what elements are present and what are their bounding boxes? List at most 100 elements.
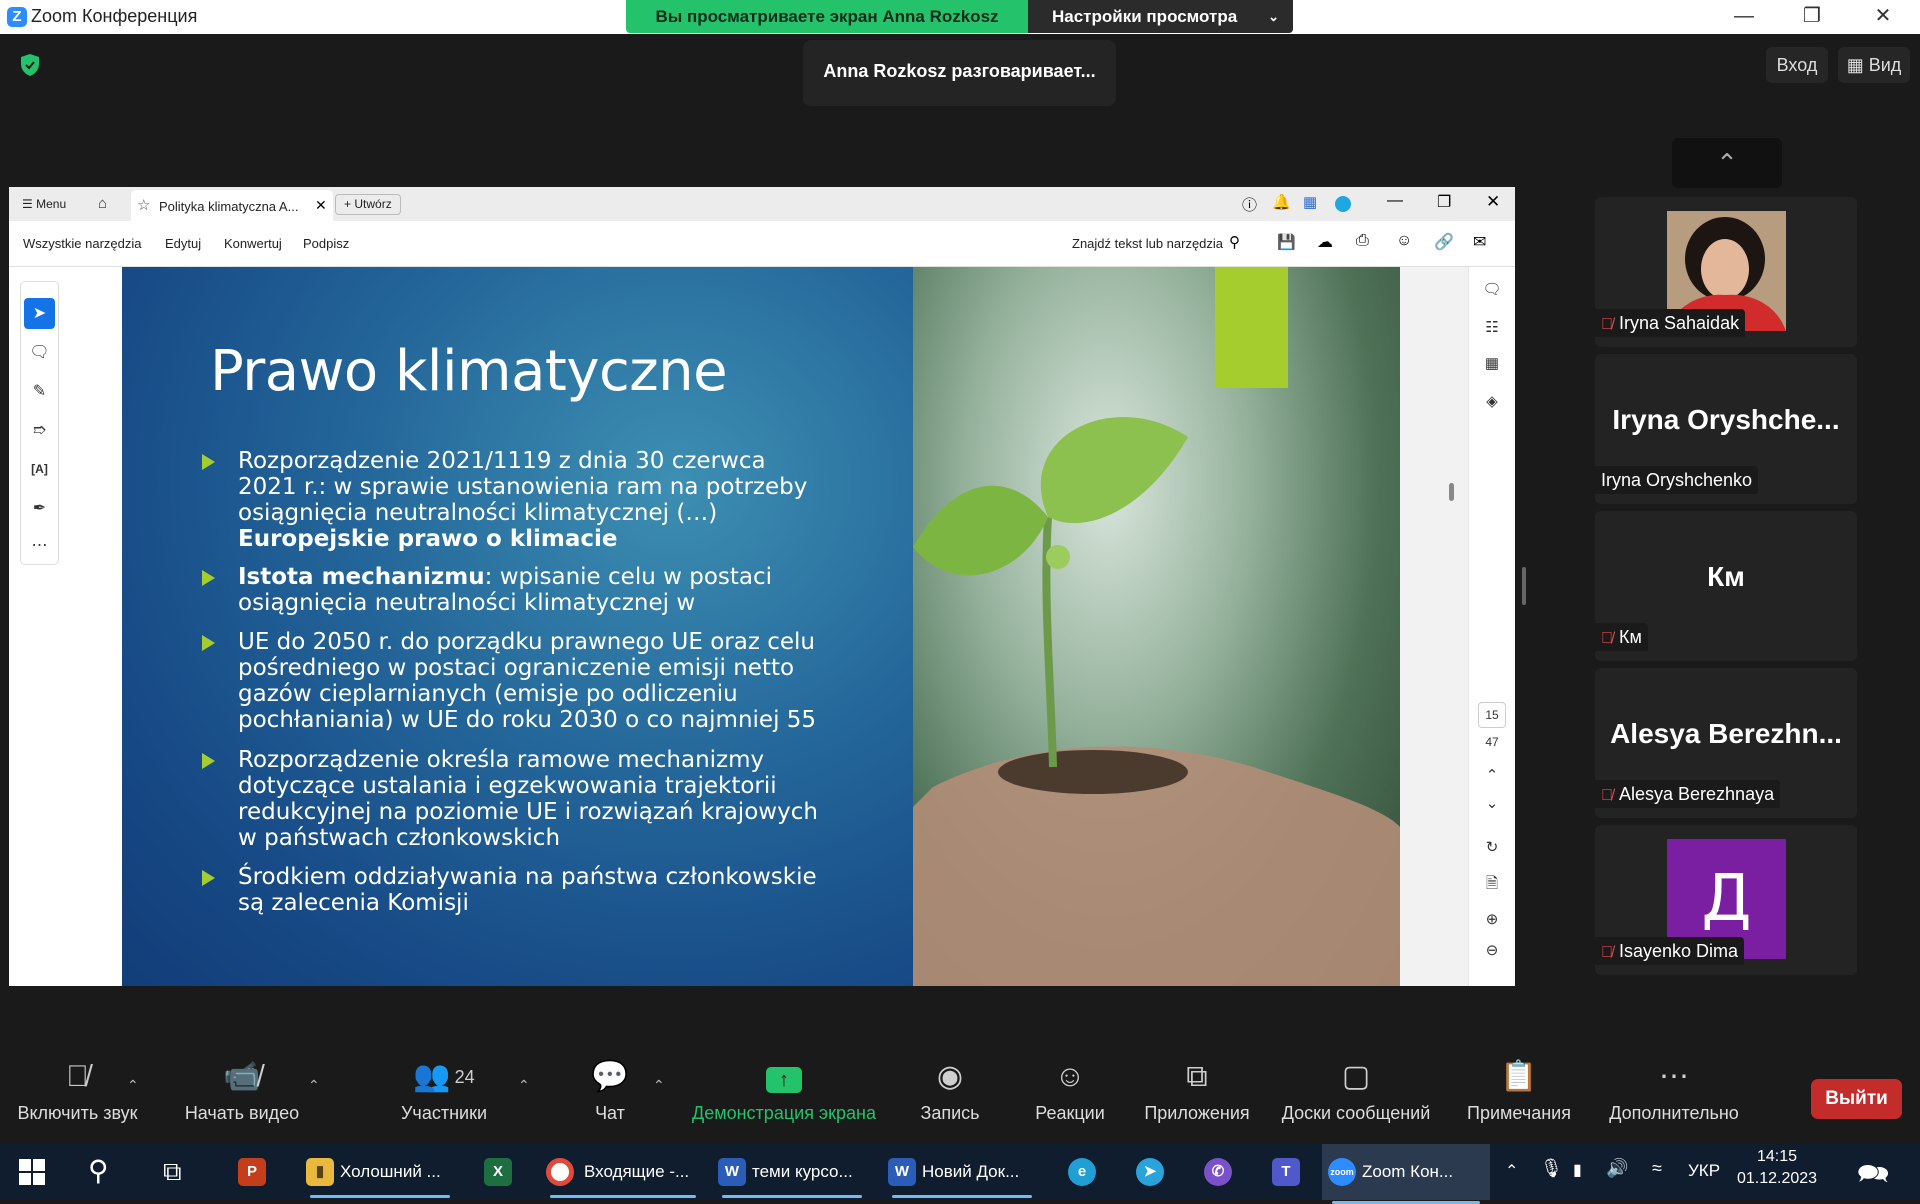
notes-icon: 📋 xyxy=(1500,1060,1538,1093)
wifi-icon[interactable]: ≈ xyxy=(1652,1158,1662,1179)
taskbar-telegram[interactable]: ➤ xyxy=(1130,1150,1174,1194)
participants-count: 24 xyxy=(454,1067,475,1087)
text-box-icon[interactable]: [A] xyxy=(24,454,55,485)
windows-start-icon[interactable] xyxy=(17,1157,47,1187)
more-button[interactable]: ⋯ Дополнительно xyxy=(1600,1057,1748,1135)
search-icon[interactable]: ⚲ xyxy=(1229,233,1240,251)
participant-tile[interactable]: Д 🎙̸ Isayenko Dima xyxy=(1595,825,1857,975)
participant-tile[interactable]: 🎙̸ Iryna Sahaidak xyxy=(1595,197,1857,347)
highlight-pen-icon[interactable]: ✎ xyxy=(24,376,55,407)
whiteboards-button[interactable]: ▢ Доски сообщений xyxy=(1274,1057,1438,1135)
link-icon[interactable]: 🔗 xyxy=(1434,232,1454,252)
add-comment-icon[interactable]: 🗨 xyxy=(24,337,55,368)
taskbar-zoom[interactable]: zoom Zoom Кон... xyxy=(1322,1144,1490,1204)
notifications-icon[interactable]: 🗪 xyxy=(1857,1155,1889,1199)
all-tools-menu[interactable]: Wszystkie narzędzia xyxy=(23,236,141,251)
audio-options-caret-icon[interactable]: ⌃ xyxy=(127,1077,139,1094)
layers-icon[interactable]: ◈ xyxy=(1479,389,1505,415)
zoom-in-icon[interactable]: ⊕ xyxy=(1479,907,1505,933)
minimize-button[interactable]: — xyxy=(1716,0,1772,34)
scroll-up-participants-button[interactable]: ⌃ xyxy=(1672,138,1782,188)
taskbar-teams[interactable]: T xyxy=(1266,1150,1310,1194)
thumbnails-icon[interactable]: ▦ xyxy=(1479,351,1505,377)
bullet-triangle-icon xyxy=(202,570,215,586)
draw-lasso-icon[interactable]: ➱ xyxy=(24,415,55,446)
print-icon[interactable]: ⎙ xyxy=(1356,232,1369,250)
bookmarks-icon[interactable]: ☷ xyxy=(1479,315,1505,341)
participants-options-caret-icon[interactable]: ⌃ xyxy=(518,1077,530,1094)
reactions-button[interactable]: ☺ Реакции xyxy=(1022,1057,1118,1135)
search-icon[interactable]: ⚲ xyxy=(88,1154,109,1187)
apps-grid-icon[interactable]: ▦ xyxy=(1303,193,1317,211)
notes-button[interactable]: 📋 Примечания xyxy=(1458,1057,1580,1135)
share-people-icon[interactable]: ☺ xyxy=(1396,232,1412,250)
page-number-field[interactable]: 15 xyxy=(1478,702,1506,728)
video-options-caret-icon[interactable]: ⌃ xyxy=(308,1077,320,1094)
view-button[interactable]: ▦ Вид xyxy=(1838,47,1910,83)
taskbar-viber[interactable]: ✆ xyxy=(1198,1150,1242,1194)
close-acrobat-button[interactable]: ✕ xyxy=(1486,192,1500,212)
sign-menu[interactable]: Podpisz xyxy=(303,236,349,251)
acrobat-menu-button[interactable]: ☰ Menu xyxy=(22,197,66,211)
zoom-out-icon[interactable]: ⊖ xyxy=(1479,938,1505,964)
star-icon[interactable]: ☆ xyxy=(137,196,150,214)
microphone-icon[interactable]: 🎙 xyxy=(1540,1158,1563,1179)
close-window-button[interactable]: ✕ xyxy=(1855,0,1911,34)
participant-tile[interactable]: Км 🎙̸ Км xyxy=(1595,511,1857,661)
previous-page-icon[interactable]: ⌃ xyxy=(1479,763,1505,789)
minimize-acrobat-button[interactable]: — xyxy=(1387,192,1403,210)
volume-icon[interactable]: 🔊 xyxy=(1606,1158,1628,1179)
taskbar-clock[interactable]: 14:15 01.12.2023 xyxy=(1732,1145,1822,1199)
account-icon[interactable] xyxy=(1335,196,1351,212)
home-icon[interactable]: ⌂ xyxy=(98,195,107,212)
next-page-icon[interactable]: ⌄ xyxy=(1479,791,1505,817)
apps-button[interactable]: ⧉ Приложения xyxy=(1140,1057,1254,1135)
start-video-button[interactable]: 📹̸ Начать видео xyxy=(178,1057,306,1135)
login-button[interactable]: Вход xyxy=(1766,47,1828,83)
task-view-icon[interactable]: ⧉ xyxy=(163,1156,182,1188)
battery-icon[interactable]: ▮ xyxy=(1573,1160,1582,1180)
more-tools-icon[interactable]: ⋯ xyxy=(24,530,55,561)
edit-menu[interactable]: Edytuj xyxy=(165,236,201,251)
security-shield-icon[interactable] xyxy=(19,53,41,77)
unmute-button[interactable]: 🎙̸ Включить звук xyxy=(10,1057,145,1135)
taskbar-word-1[interactable]: W теми курсо... xyxy=(712,1150,872,1198)
document-scroll-area[interactable] xyxy=(1400,267,1468,986)
language-indicator[interactable]: УКР xyxy=(1688,1161,1720,1181)
find-text-field[interactable]: Znajdź tekst lub narzędzia xyxy=(1072,236,1223,251)
taskbar-edge[interactable]: e xyxy=(1062,1150,1106,1194)
restore-button[interactable]: ❐ xyxy=(1784,0,1840,34)
page-export-icon[interactable]: 🗎 xyxy=(1479,871,1505,897)
comments-panel-icon[interactable]: 🗨 xyxy=(1479,277,1505,303)
show-hidden-icons-icon[interactable]: ⌃ xyxy=(1505,1161,1518,1181)
taskbar-word-2[interactable]: W Новий Док... xyxy=(882,1150,1042,1198)
select-cursor-icon[interactable]: ➤ xyxy=(24,298,55,329)
restore-acrobat-button[interactable]: ❐ xyxy=(1437,192,1451,212)
email-icon[interactable]: ✉ xyxy=(1473,232,1486,252)
taskbar-chrome[interactable]: Входящие -... xyxy=(540,1150,706,1198)
panel-resize-handle[interactable] xyxy=(1522,567,1526,605)
taskbar-explorer[interactable]: ▮ Холошний ... xyxy=(300,1150,460,1198)
bell-icon[interactable]: 🔔 xyxy=(1272,193,1291,211)
chat-options-caret-icon[interactable]: ⌃ xyxy=(653,1077,665,1094)
leave-meeting-button[interactable]: Выйти xyxy=(1811,1079,1902,1119)
document-tab[interactable]: ☆ Polityka klimatyczna A... ✕ xyxy=(131,190,333,221)
create-button[interactable]: + Utwórz xyxy=(335,194,401,215)
record-button[interactable]: ◉ Запись xyxy=(910,1057,990,1135)
participant-tile[interactable]: Alesya Berezhn... 🎙̸ Alesya Berezhnaya xyxy=(1595,668,1857,818)
help-icon[interactable]: ⓘ xyxy=(1242,194,1257,215)
participant-tile[interactable]: Iryna Oryshche... Iryna Oryshchenko xyxy=(1595,354,1857,504)
taskbar-powerpoint[interactable]: P xyxy=(232,1150,276,1194)
chat-button[interactable]: 💬 Чат xyxy=(580,1057,640,1135)
rotate-icon[interactable]: ↻ xyxy=(1479,835,1505,861)
sign-pen-icon[interactable]: ✒ xyxy=(24,493,55,524)
share-screen-button[interactable]: ↑ Демонстрация экрана xyxy=(688,1057,880,1135)
close-tab-icon[interactable]: ✕ xyxy=(315,197,327,214)
scrollbar-thumb[interactable] xyxy=(1449,483,1454,501)
upload-cloud-icon[interactable]: ☁ xyxy=(1317,232,1333,252)
view-settings-button[interactable]: Настройки просмотра ⌄ xyxy=(1028,0,1293,33)
convert-menu[interactable]: Konwertuj xyxy=(224,236,282,251)
taskbar-excel[interactable]: X xyxy=(478,1150,522,1194)
participants-button[interactable]: 👥 24 Участники xyxy=(398,1057,490,1135)
save-icon[interactable]: 💾 xyxy=(1277,233,1296,251)
